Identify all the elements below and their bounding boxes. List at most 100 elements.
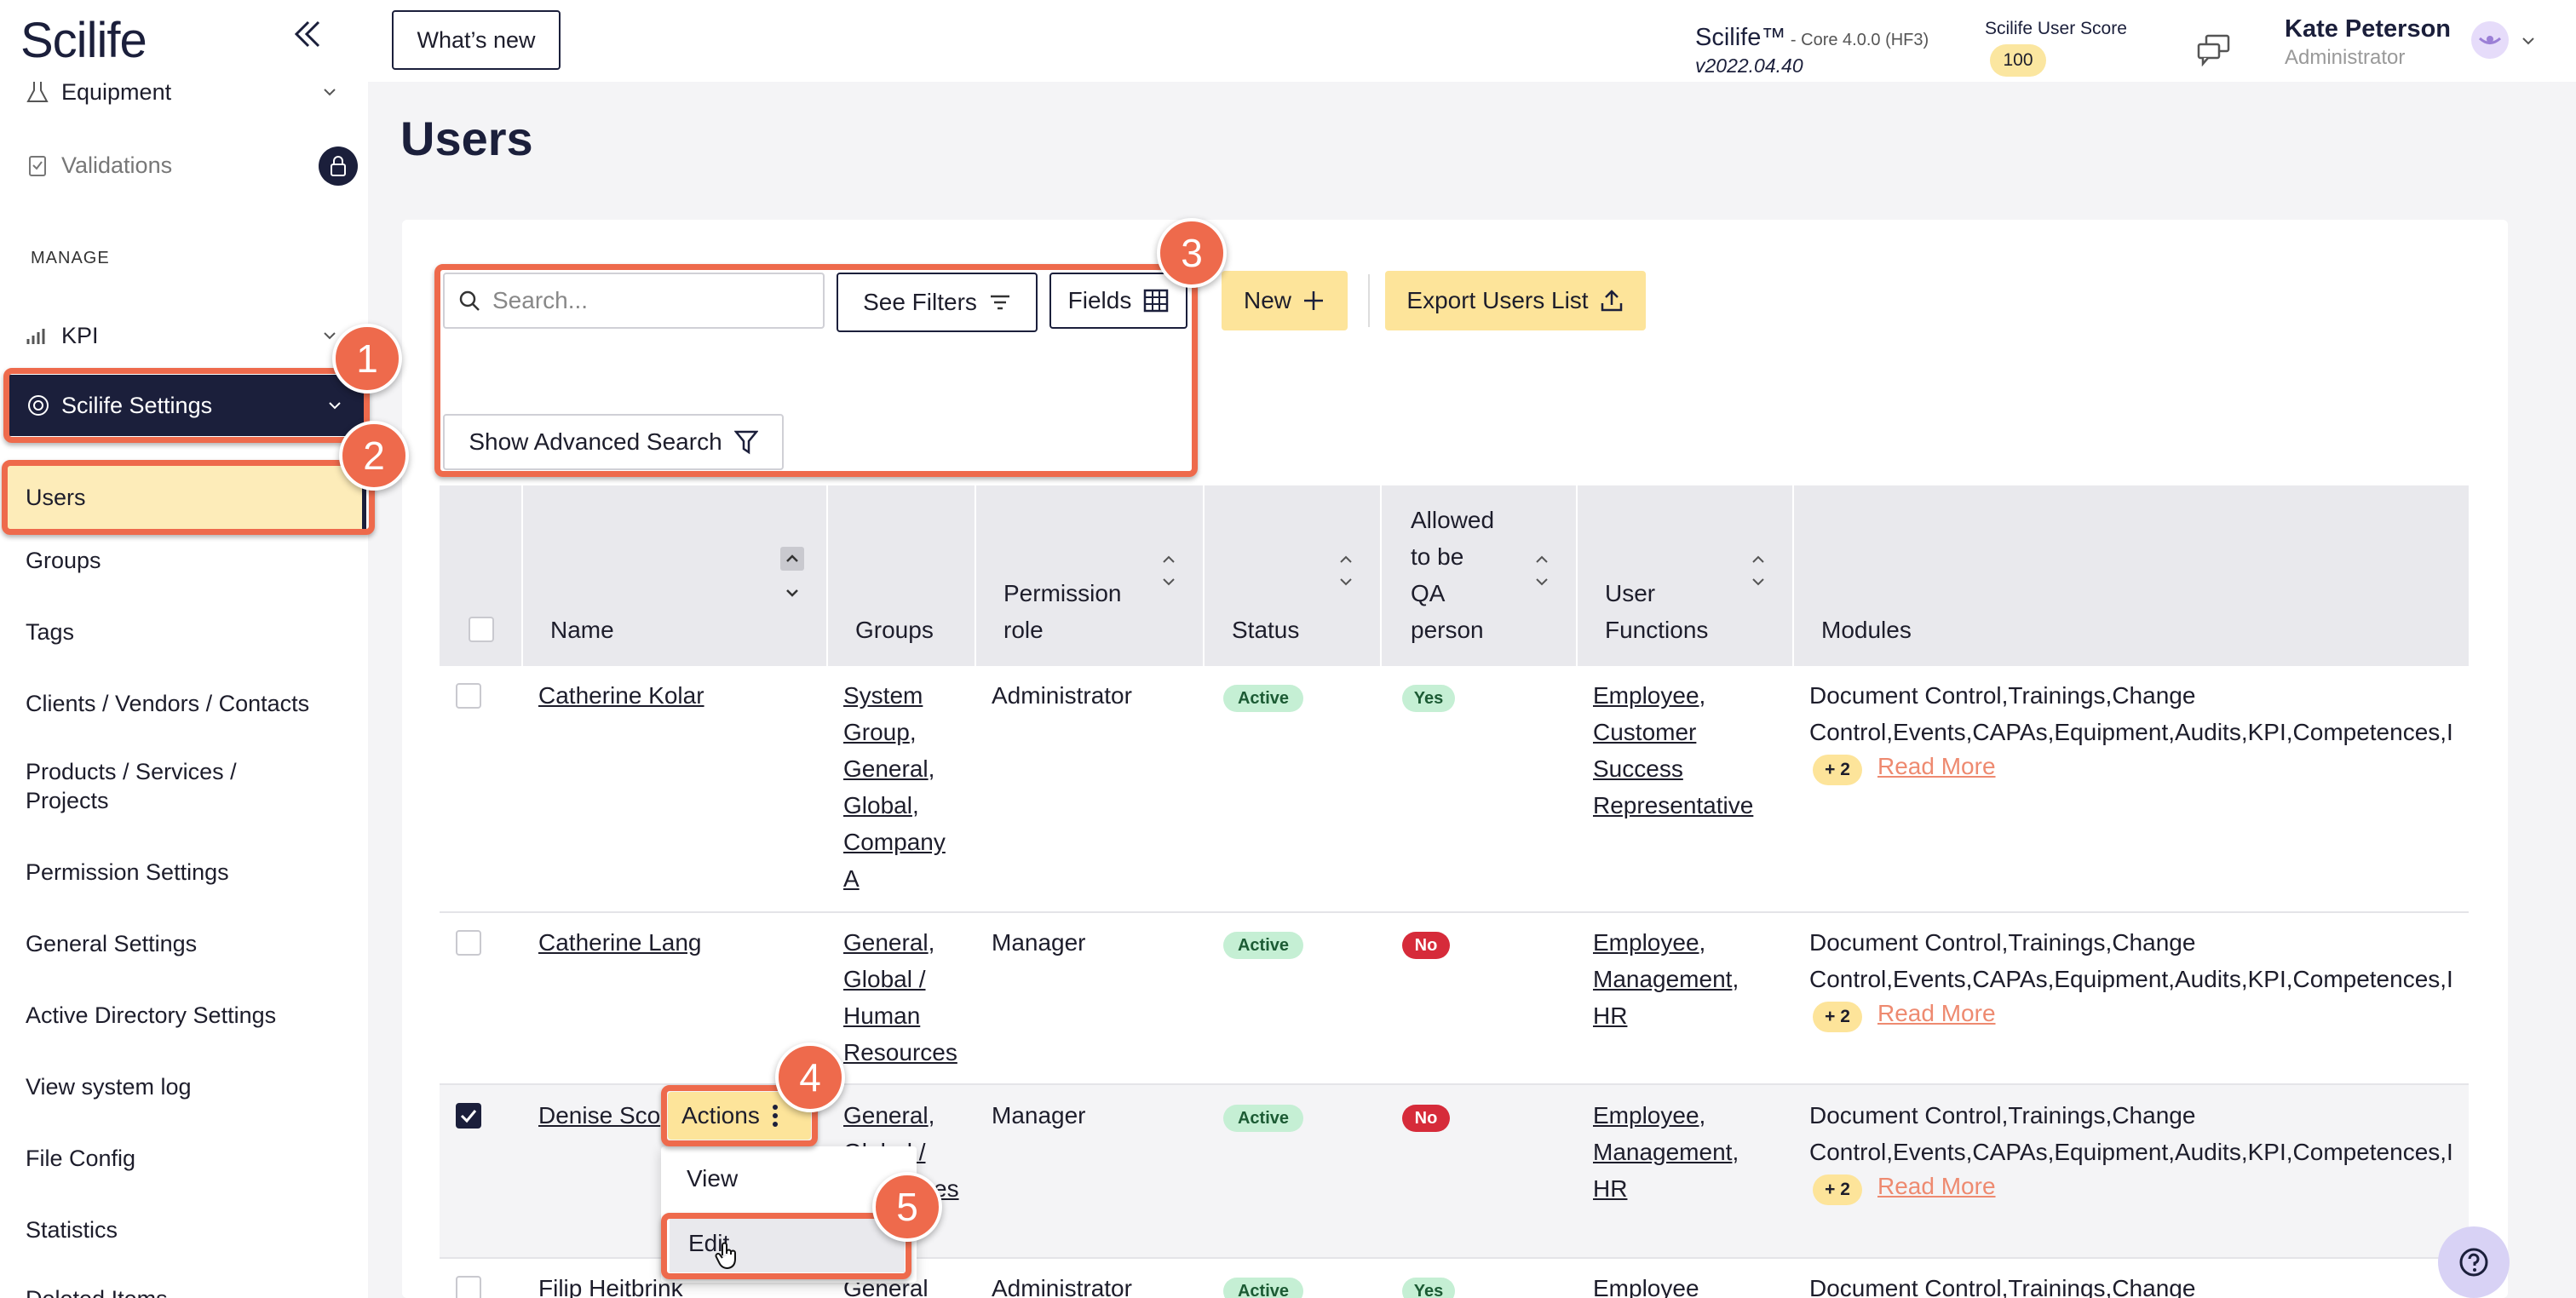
- new-label: New: [1243, 287, 1291, 313]
- select-all-checkbox[interactable]: [469, 617, 494, 642]
- sort-icon[interactable]: [1750, 552, 1767, 589]
- lock-icon: [319, 146, 358, 186]
- function-link[interactable]: Employee: [1593, 1102, 1699, 1129]
- callout-highlight-2: [2, 460, 375, 535]
- function-link[interactable]: Employee: [1593, 1270, 1699, 1298]
- column-header-groups[interactable]: Groups: [855, 612, 934, 648]
- function-link[interactable]: HR: [1593, 1002, 1627, 1029]
- upload-icon: [1601, 290, 1622, 312]
- sort-icon[interactable]: [1337, 552, 1354, 589]
- sort-icon[interactable]: [1533, 552, 1550, 589]
- user-name-link[interactable]: Catherine Kolar: [538, 677, 704, 714]
- column-header-qa-person[interactable]: Allowed to be QA person: [1411, 502, 1494, 648]
- toolbar-divider: [1368, 274, 1370, 327]
- avatar[interactable]: [2470, 20, 2510, 60]
- read-more-link[interactable]: Read More: [1877, 753, 1996, 780]
- user-role: Administrator: [2285, 46, 2406, 69]
- sidebar-item-equipment[interactable]: Equipment: [0, 75, 368, 109]
- group-link[interactable]: Global /: [843, 966, 926, 992]
- group-link[interactable]: Company: [843, 829, 946, 855]
- sidebar-item-projects[interactable]: Projects: [26, 788, 109, 814]
- page-title: Users: [400, 112, 533, 165]
- row-checkbox[interactable]: [456, 1276, 481, 1298]
- function-link[interactable]: Management: [1593, 1139, 1732, 1165]
- collapse-sidebar-icon[interactable]: [290, 15, 327, 53]
- scilife-logo: Scilife: [20, 13, 147, 68]
- sidebar-item-active-directory[interactable]: Active Directory Settings: [26, 1002, 276, 1029]
- permission-role: Manager: [992, 1102, 1086, 1129]
- group-link[interactable]: General: [843, 755, 929, 782]
- sidebar-item-file-config[interactable]: File Config: [26, 1146, 135, 1172]
- sort-desc-icon[interactable]: [780, 581, 804, 605]
- callout-badge-1: 1: [332, 324, 402, 393]
- user-score-label: Scilife User Score: [1985, 19, 2127, 38]
- modules-line: Control,Events,CAPAs,Equipment,Audits,KP…: [1809, 719, 2453, 745]
- function-link[interactable]: Management: [1593, 966, 1732, 992]
- sort-icon[interactable]: [1160, 552, 1177, 589]
- function-link[interactable]: Employee: [1593, 929, 1699, 956]
- function-link[interactable]: Customer: [1593, 719, 1696, 745]
- group-link[interactable]: Resources: [843, 1039, 957, 1065]
- column-header-modules[interactable]: Modules: [1821, 612, 1912, 648]
- more-modules-badge[interactable]: + 2: [1813, 755, 1862, 785]
- functions-list: Employee, Management, HR: [1593, 929, 1739, 1029]
- more-modules-badge[interactable]: + 2: [1813, 1175, 1862, 1205]
- row-checkbox[interactable]: [456, 683, 481, 709]
- sort-asc-active-icon[interactable]: [780, 547, 804, 571]
- group-link[interactable]: System: [843, 682, 923, 709]
- sidebar-item-system-log[interactable]: View system log: [26, 1074, 192, 1100]
- group-link[interactable]: A: [843, 865, 860, 892]
- sidebar-item-tags[interactable]: Tags: [26, 619, 74, 646]
- group-link[interactable]: Global: [843, 792, 912, 818]
- sidebar-item-validations[interactable]: Validations: [0, 146, 368, 184]
- sidebar-item-kpi[interactable]: KPI: [0, 319, 368, 353]
- user-name-link[interactable]: Catherine Lang: [538, 924, 701, 961]
- view-menu-item[interactable]: View: [687, 1165, 738, 1192]
- question-icon: [2459, 1248, 2488, 1277]
- column-header-name[interactable]: Name: [550, 612, 614, 648]
- functions-list: Employee, Customer Success Representativ…: [1593, 682, 1754, 818]
- sidebar-item-products[interactable]: Products / Services /: [26, 759, 237, 785]
- column-header-permission-role[interactable]: Permission role: [1003, 575, 1121, 648]
- help-button[interactable]: [2438, 1226, 2510, 1298]
- user-name-link[interactable]: Denise Sco: [538, 1097, 660, 1134]
- row-checkbox-checked[interactable]: [456, 1103, 481, 1129]
- status-badge: Active: [1223, 932, 1303, 959]
- sidebar-item-deleted-items[interactable]: Deleted Items: [26, 1286, 168, 1298]
- modules-line: Document Control,Trainings,Change: [1809, 929, 2196, 956]
- whats-new-button[interactable]: What’s new: [392, 10, 561, 70]
- callout-badge-5: 5: [872, 1172, 942, 1242]
- feedback-chat-icon[interactable]: [2196, 34, 2232, 66]
- sidebar-item-general-settings[interactable]: General Settings: [26, 931, 197, 957]
- function-link[interactable]: Representative: [1593, 792, 1753, 818]
- sidebar-item-permission-settings[interactable]: Permission Settings: [26, 859, 229, 886]
- sidebar-item-groups[interactable]: Groups: [26, 548, 101, 574]
- new-user-button[interactable]: New: [1222, 271, 1348, 330]
- export-users-button[interactable]: Export Users List: [1385, 271, 1646, 330]
- sidebar-item-statistics[interactable]: Statistics: [26, 1217, 118, 1243]
- function-link[interactable]: Employee: [1593, 682, 1699, 709]
- group-link[interactable]: General: [843, 929, 929, 956]
- column-divider: [1380, 485, 1382, 666]
- header-line: person: [1411, 617, 1484, 643]
- header-line: Functions: [1605, 617, 1709, 643]
- column-header-status[interactable]: Status: [1232, 612, 1299, 648]
- callout-highlight-3: [434, 264, 1198, 477]
- manage-section-label: MANAGE: [31, 249, 110, 267]
- column-header-user-functions[interactable]: User Functions: [1605, 575, 1708, 648]
- sidebar-item-clients[interactable]: Clients / Vendors / Contacts: [26, 691, 309, 717]
- group-link[interactable]: Group: [843, 719, 910, 745]
- chevron-down-icon[interactable]: [2520, 32, 2537, 49]
- group-link[interactable]: Human: [843, 1002, 920, 1029]
- more-modules-badge[interactable]: + 2: [1813, 1002, 1862, 1032]
- column-divider: [1792, 485, 1794, 666]
- function-link[interactable]: HR: [1593, 1175, 1627, 1202]
- column-divider: [975, 485, 976, 666]
- read-more-link[interactable]: Read More: [1877, 1173, 1996, 1200]
- row-checkbox[interactable]: [456, 930, 481, 956]
- status-badge: Active: [1223, 1105, 1303, 1132]
- read-more-link[interactable]: Read More: [1877, 1000, 1996, 1027]
- function-link[interactable]: Success: [1593, 755, 1683, 782]
- modules-line: Control,Events,CAPAs,Equipment,Audits,KP…: [1809, 966, 2453, 992]
- group-link[interactable]: General: [843, 1102, 929, 1129]
